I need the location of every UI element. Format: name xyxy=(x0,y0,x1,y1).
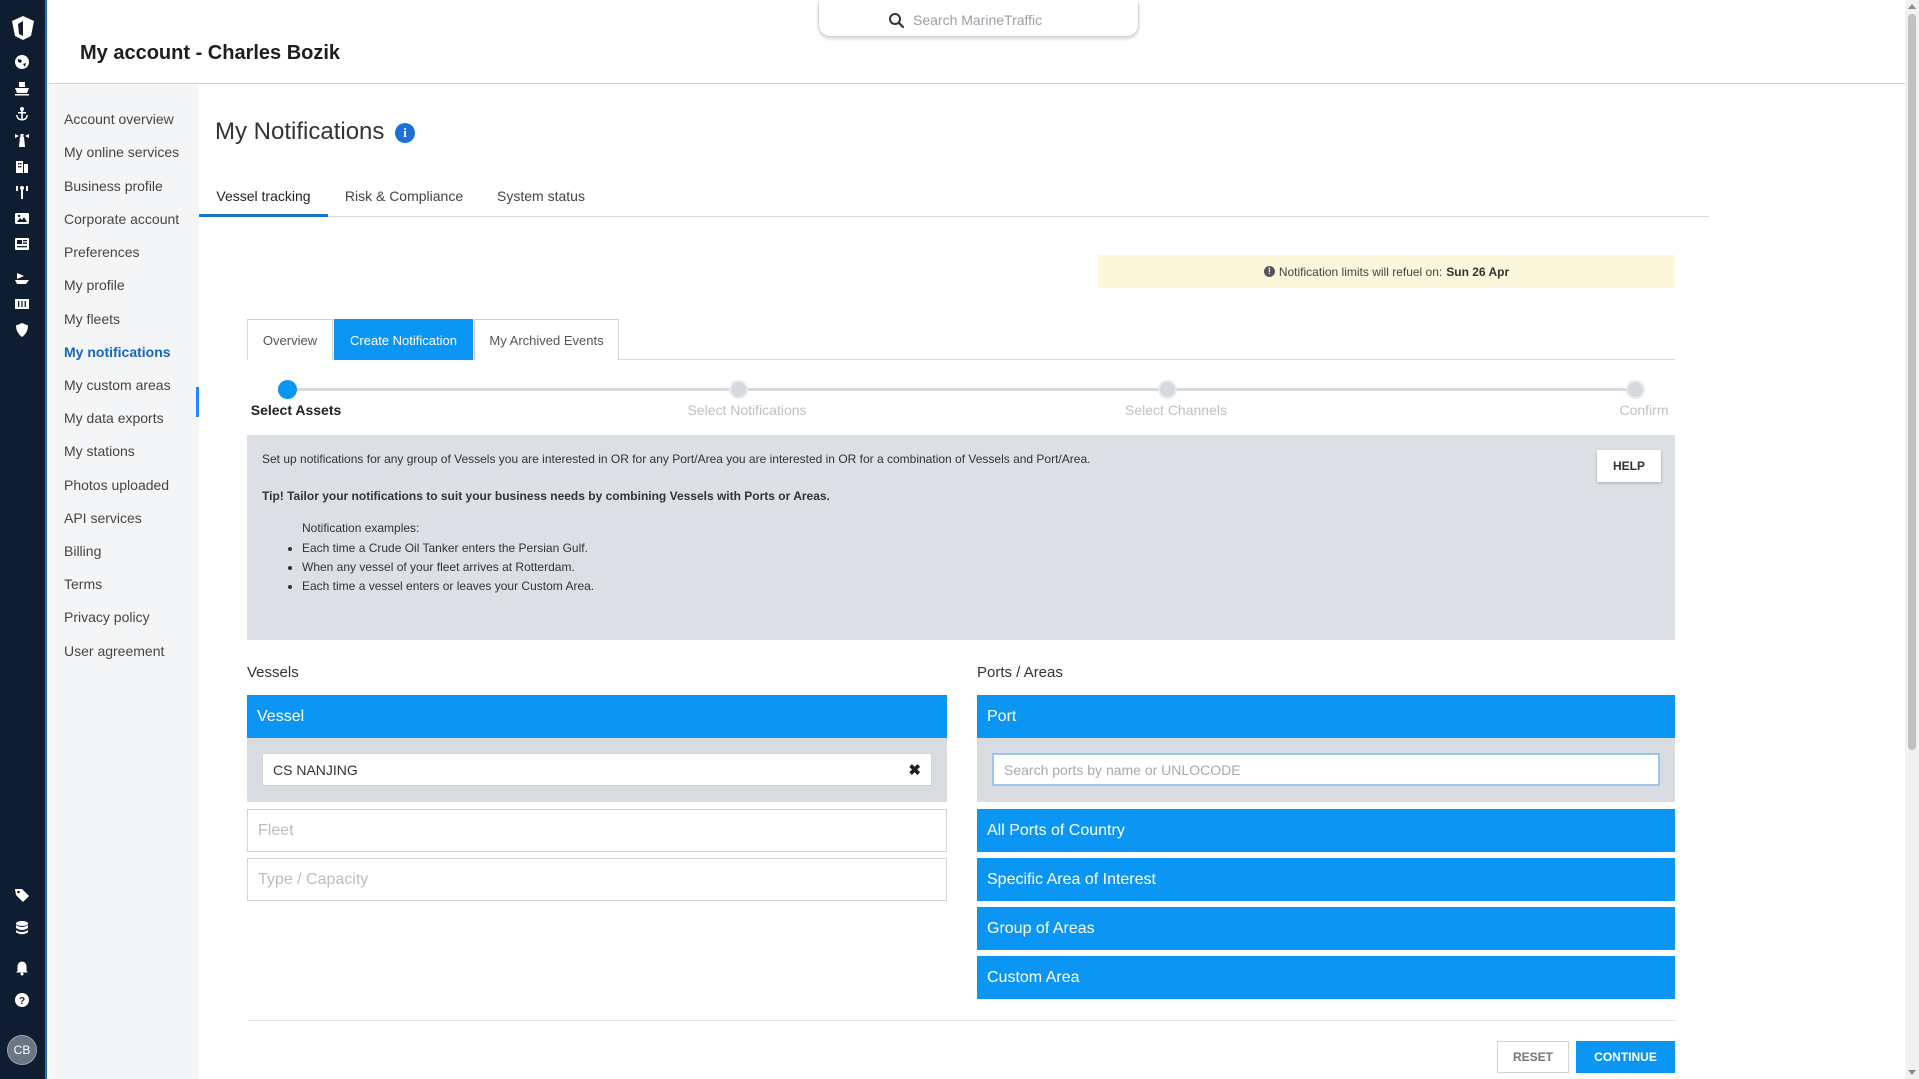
page-title: My Notifications xyxy=(215,118,385,145)
nav-billing[interactable]: Billing xyxy=(64,543,101,559)
ports-title: Ports / Areas xyxy=(977,664,1063,681)
fleet-option[interactable]: Fleet xyxy=(247,809,947,852)
shield-icon[interactable] xyxy=(12,320,32,340)
nav-my-custom-areas[interactable]: My custom areas xyxy=(64,377,171,393)
step-dot-select-channels xyxy=(1158,380,1177,399)
selected-vessel-name: CS NANJING xyxy=(273,761,358,778)
examples-title: Notification examples: xyxy=(302,521,420,535)
app-rail: ? CB xyxy=(0,0,47,1079)
nav-my-stations[interactable]: My stations xyxy=(64,443,135,459)
nav-api-services[interactable]: API services xyxy=(64,510,142,526)
help-button[interactable]: HELP xyxy=(1597,450,1661,482)
type-capacity-option[interactable]: Type / Capacity xyxy=(247,858,947,901)
step-label-select-channels: Select Channels xyxy=(1125,402,1227,418)
port-option[interactable]: Port xyxy=(977,695,1675,738)
nav-my-profile[interactable]: My profile xyxy=(64,277,125,293)
stepper-track xyxy=(296,388,1642,391)
port-search-input[interactable] xyxy=(992,753,1660,786)
tab-risk-compliance[interactable]: Risk & Compliance xyxy=(342,180,466,217)
group-of-areas-option[interactable]: Group of Areas xyxy=(977,907,1675,950)
nav-preferences[interactable]: Preferences xyxy=(64,244,139,260)
anchor-icon[interactable] xyxy=(12,104,32,124)
custom-area-option[interactable]: Custom Area xyxy=(977,956,1675,999)
nav-user-agreement[interactable]: User agreement xyxy=(64,643,164,659)
subtab-create-notification[interactable]: Create Notification xyxy=(334,319,473,360)
main-content: My Notifications i Vessel tracking Risk … xyxy=(199,85,1905,1079)
vessel-option[interactable]: Vessel xyxy=(247,695,947,738)
sub-tabs: Overview Create Notification My Archived… xyxy=(247,319,1675,360)
vessel-selection-zone: CS NANJING ✖ xyxy=(247,738,947,802)
exclamation-icon: ! xyxy=(1263,266,1275,277)
nav-my-fleets[interactable]: My fleets xyxy=(64,311,120,327)
port-search-zone xyxy=(977,738,1675,802)
grid-icon[interactable] xyxy=(12,294,32,314)
clear-vessel-icon[interactable]: ✖ xyxy=(908,761,921,779)
bell-icon[interactable] xyxy=(12,958,32,978)
global-search[interactable] xyxy=(818,3,1139,37)
globe-icon[interactable] xyxy=(12,52,32,72)
all-ports-of-country-option[interactable]: All Ports of Country xyxy=(977,809,1675,852)
search-input[interactable] xyxy=(913,8,1123,32)
tab-system-status[interactable]: System status xyxy=(491,180,591,217)
news-icon[interactable] xyxy=(12,234,32,254)
antenna-icon[interactable] xyxy=(12,182,32,202)
nav-account-overview[interactable]: Account overview xyxy=(64,111,174,127)
nav-terms[interactable]: Terms xyxy=(64,576,102,592)
page-header: My account - Charles Bozik xyxy=(49,0,1905,84)
nav-privacy-policy[interactable]: Privacy policy xyxy=(64,609,150,625)
step-dot-confirm xyxy=(1626,380,1645,399)
list-item: Each time a Crude Oil Tanker enters the … xyxy=(302,539,594,558)
examples-list: Each time a Crude Oil Tanker enters the … xyxy=(302,539,594,596)
info-panel: Set up notifications for any group of Ve… xyxy=(247,435,1675,640)
database-icon[interactable] xyxy=(12,918,32,938)
help-icon[interactable]: ? xyxy=(12,990,32,1010)
nav-photos-uploaded[interactable]: Photos uploaded xyxy=(64,477,169,493)
refuel-text: Notification limits will refuel on: xyxy=(1278,264,1443,279)
refuel-notice: ! Notification limits will refuel on: Su… xyxy=(1098,255,1675,288)
scrollbar-thumb[interactable] xyxy=(1908,14,1916,750)
list-item: When any vessel of your fleet arrives at… xyxy=(302,558,594,577)
scroll-down-arrow[interactable] xyxy=(1908,1070,1916,1075)
buildings-icon[interactable] xyxy=(12,156,32,176)
account-nav: Account overview My online services Busi… xyxy=(49,85,199,1079)
ship-icon[interactable] xyxy=(12,78,32,98)
avatar[interactable]: CB xyxy=(7,1035,37,1065)
logo-icon[interactable] xyxy=(9,14,37,42)
divider xyxy=(247,1020,1675,1021)
nav-my-online-services[interactable]: My online services xyxy=(64,144,179,160)
continue-button[interactable]: CONTINUE xyxy=(1576,1041,1675,1073)
step-label-select-notifications: Select Notifications xyxy=(687,402,807,418)
progress-stepper: Select Assets Select Notifications Selec… xyxy=(247,375,1675,418)
scroll-up-arrow[interactable] xyxy=(1908,4,1916,9)
lighthouse-icon[interactable] xyxy=(12,130,32,150)
reset-button[interactable]: RESET xyxy=(1497,1041,1569,1073)
svg-text:?: ? xyxy=(19,996,25,1007)
nav-my-notifications[interactable]: My notifications xyxy=(64,344,171,360)
page-scrollbar[interactable] xyxy=(1905,0,1919,1079)
step-dot-select-assets xyxy=(278,380,297,399)
step-label-select-assets: Select Assets xyxy=(250,402,342,418)
tag-icon[interactable] xyxy=(12,885,32,905)
vessels-title: Vessels xyxy=(247,664,299,681)
search-icon xyxy=(889,13,905,29)
step-label-confirm: Confirm xyxy=(1619,402,1669,418)
info-tip: Tip! Tailor your notifications to suit y… xyxy=(262,489,830,503)
account-title: My account - Charles Bozik xyxy=(80,42,341,64)
specific-area-option[interactable]: Specific Area of Interest xyxy=(977,858,1675,901)
selected-vessel-chip[interactable]: CS NANJING ✖ xyxy=(262,753,932,786)
subtab-archived-events[interactable]: My Archived Events xyxy=(474,319,619,360)
info-intro: Set up notifications for any group of Ve… xyxy=(262,452,1091,466)
subtab-overview[interactable]: Overview xyxy=(247,319,333,360)
vessel-icon[interactable] xyxy=(12,268,32,288)
nav-corporate-account[interactable]: Corporate account xyxy=(64,211,179,227)
info-icon[interactable]: i xyxy=(395,123,415,143)
top-tabs: Vessel tracking Risk & Compliance System… xyxy=(199,180,1709,217)
list-item: Each time a vessel enters or leaves your… xyxy=(302,577,594,596)
photos-icon[interactable] xyxy=(12,208,32,228)
tab-vessel-tracking[interactable]: Vessel tracking xyxy=(199,180,328,217)
nav-business-profile[interactable]: Business profile xyxy=(64,178,163,194)
nav-my-data-exports[interactable]: My data exports xyxy=(64,410,164,426)
refuel-date: Sun 26 Apr xyxy=(1446,264,1510,279)
step-dot-select-notifications xyxy=(729,380,748,399)
